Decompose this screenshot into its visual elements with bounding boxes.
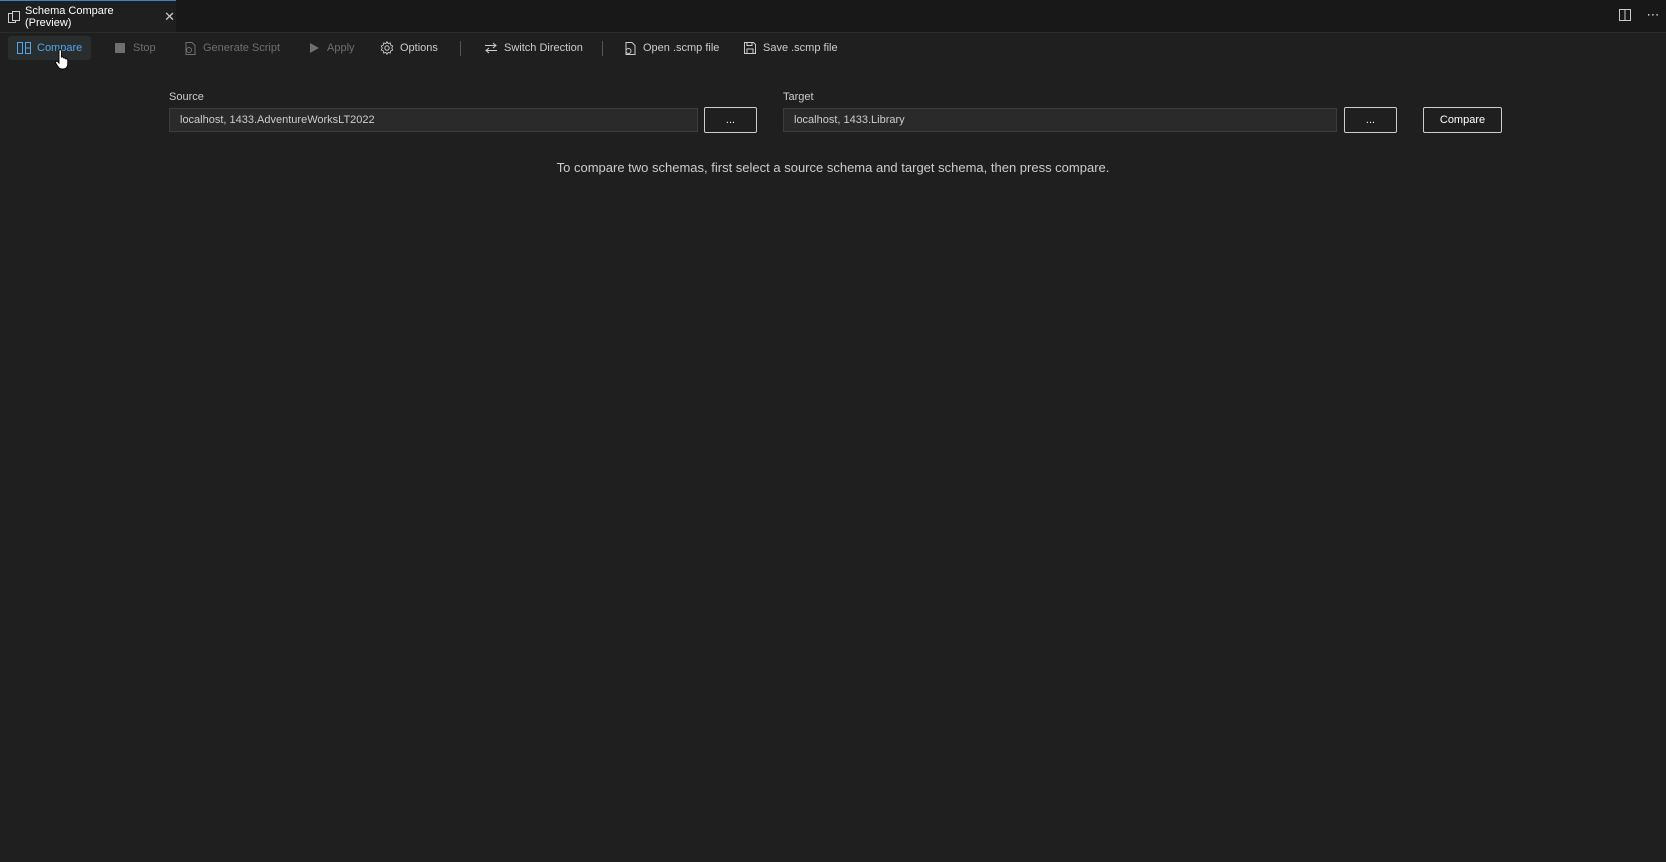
more-actions-icon[interactable]: ⋯ bbox=[1646, 7, 1660, 22]
save-scmp-button[interactable]: Save .scmp file bbox=[734, 36, 847, 60]
apply-label: Apply bbox=[327, 42, 355, 54]
toolbar: Compare Stop Generate Script Apply Optio… bbox=[0, 33, 1666, 63]
tab-title: Schema Compare (Preview) bbox=[25, 4, 114, 29]
hand-cursor-icon bbox=[55, 49, 69, 70]
tab-schema-compare[interactable]: Schema Compare (Preview) ✕ bbox=[0, 0, 176, 32]
options-label: Options bbox=[400, 42, 438, 54]
stop-label: Stop bbox=[133, 42, 156, 54]
schema-compare-icon bbox=[8, 10, 20, 23]
save-icon bbox=[743, 41, 757, 55]
source-browse-button[interactable]: ... bbox=[704, 107, 757, 133]
generate-script-button[interactable]: Generate Script bbox=[174, 36, 289, 60]
save-scmp-label: Save .scmp file bbox=[763, 42, 838, 54]
compare-icon bbox=[17, 41, 31, 55]
apply-button[interactable]: Apply bbox=[298, 36, 364, 60]
close-icon[interactable]: ✕ bbox=[163, 9, 176, 25]
switch-direction-button[interactable]: Switch Direction bbox=[475, 36, 592, 60]
tab-actions: ⋯ bbox=[1618, 7, 1660, 22]
switch-direction-label: Switch Direction bbox=[504, 42, 583, 54]
toolbar-divider bbox=[460, 41, 461, 56]
compare-toolbar-button[interactable]: Compare bbox=[8, 36, 92, 60]
target-label: Target bbox=[783, 91, 814, 103]
stop-button[interactable]: Stop bbox=[104, 36, 165, 60]
toolbar-divider bbox=[602, 41, 603, 56]
generate-script-label: Generate Script bbox=[203, 42, 281, 54]
tab-bar: Schema Compare (Preview) ✕ ⋯ bbox=[0, 0, 1666, 33]
source-label: Source bbox=[169, 91, 204, 103]
options-button[interactable]: Options bbox=[371, 36, 447, 60]
target-browse-button[interactable]: ... bbox=[1344, 107, 1397, 133]
target-field[interactable]: localhost, 1433.Library bbox=[783, 108, 1337, 132]
gear-icon bbox=[380, 41, 394, 55]
open-scmp-label: Open .scmp file bbox=[643, 42, 720, 54]
play-icon bbox=[307, 41, 321, 55]
open-file-icon bbox=[623, 41, 637, 55]
stop-icon bbox=[113, 41, 127, 55]
script-icon bbox=[183, 41, 197, 55]
empty-state-hint: To compare two schemas, first select a s… bbox=[556, 160, 1110, 175]
split-editor-icon[interactable] bbox=[1618, 8, 1632, 22]
source-field[interactable]: localhost, 1433.AdventureWorksLT2022 bbox=[169, 108, 698, 132]
open-scmp-button[interactable]: Open .scmp file bbox=[614, 36, 728, 60]
switch-arrows-icon bbox=[484, 41, 498, 55]
compare-button[interactable]: Compare bbox=[1423, 107, 1502, 133]
